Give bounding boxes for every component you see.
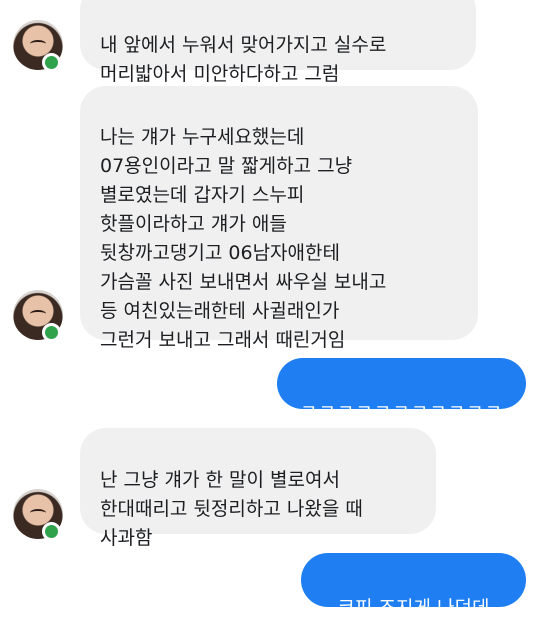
message-text: 난 그냥 걔가 한 말이 별로여서 한대때리고 뒷정리하고 나왔을 때 사과함 — [100, 469, 363, 549]
avatar-face — [30, 310, 46, 318]
online-status-icon — [42, 522, 61, 541]
avatar-face — [30, 40, 46, 48]
message-text: ㅋㅋㅋㅋㅋㅋㅋㅋㅋㅋㅋ — [299, 401, 504, 423]
online-status-icon — [42, 53, 61, 72]
online-status-icon — [42, 323, 61, 342]
sent-message-1: ㅋㅋㅋㅋㅋㅋㅋㅋㅋㅋㅋ — [277, 358, 526, 423]
received-message-3: 난 그냥 걔가 한 말이 별로여서 한대때리고 뒷정리하고 나왔을 때 사과함 — [80, 428, 436, 549]
received-message-1: 내 앞에서 누워서 맞어가지고 실수로 머리밟아서 미안하다하고 그럼 — [80, 0, 476, 85]
received-message-2: 나는 걔가 누구세요했는데 07용인이라고 말 짧게하고 그냥 별로였는데 갑자… — [80, 86, 478, 351]
message-text: 나는 걔가 누구세요했는데 07용인이라고 말 짧게하고 그냥 별로였는데 갑자… — [100, 126, 387, 351]
message-text: 내 앞에서 누워서 맞어가지고 실수로 머리밟아서 미안하다하고 그럼 — [100, 34, 387, 85]
message-text: 코피 조지게 나던데 — [337, 597, 490, 619]
avatar-face — [30, 509, 46, 517]
sent-message-2: 코피 조지게 나던데 — [301, 553, 526, 619]
